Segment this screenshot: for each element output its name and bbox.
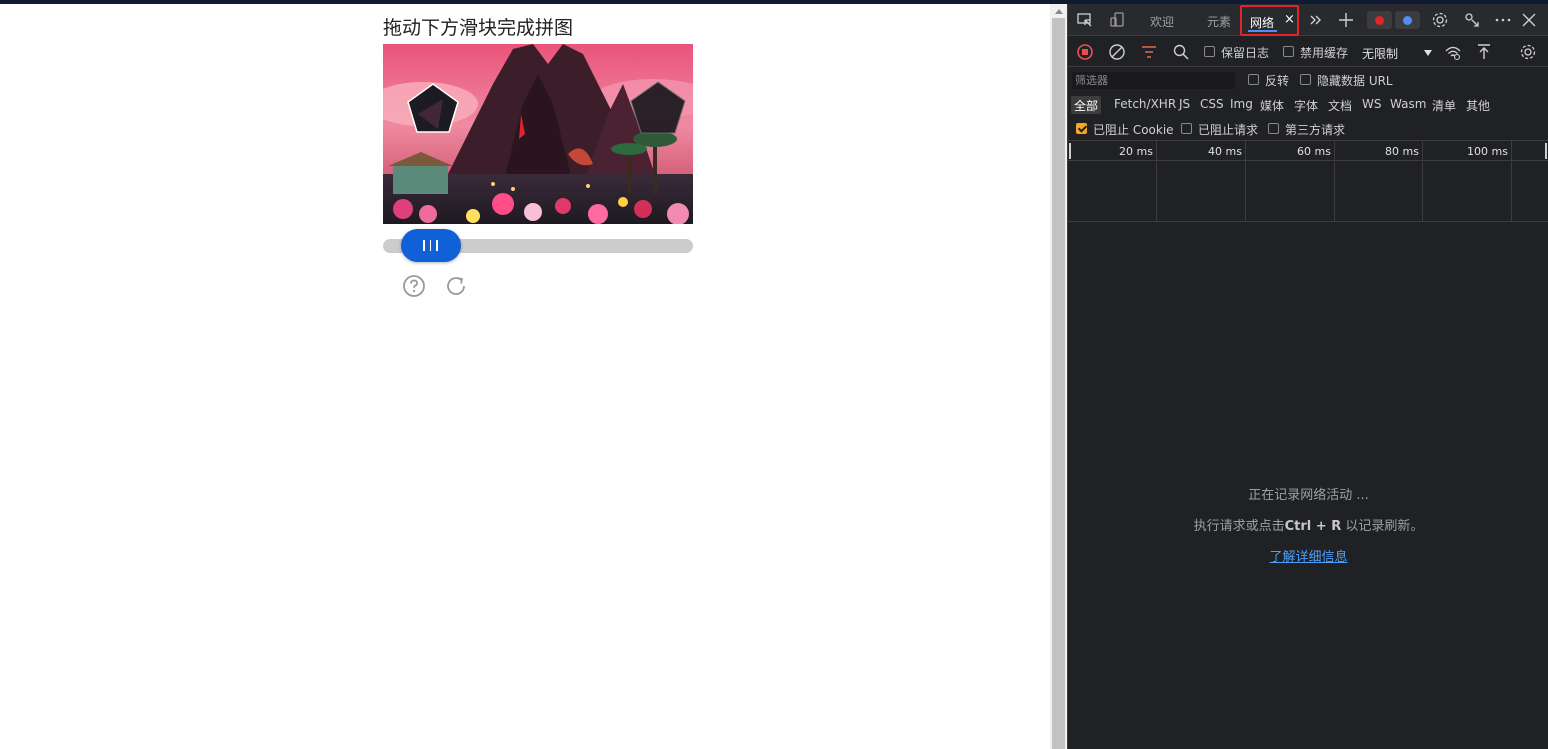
tab-network-label: 网络 — [1250, 16, 1275, 30]
refresh-hint: 执行请求或点击Ctrl + R 以记录刷新。 — [1068, 515, 1548, 534]
type-all[interactable]: 全部 — [1071, 96, 1102, 114]
refresh-icon[interactable] — [444, 274, 468, 298]
puzzle-image — [383, 44, 693, 224]
timeline-gridline — [1511, 141, 1512, 222]
third-party-label: 第三方请求 — [1285, 123, 1346, 137]
timeline-tick-label: 100 ms — [1467, 145, 1508, 158]
refresh-hint-before: 执行请求或点击 — [1193, 519, 1285, 534]
record-stop-icon[interactable] — [1076, 43, 1094, 61]
issue-icon — [1403, 16, 1412, 25]
device-emulation-icon[interactable] — [1109, 11, 1127, 29]
type-fetch-xhr[interactable]: Fetch/XHR — [1111, 96, 1179, 114]
disable-cache-checkbox[interactable] — [1283, 46, 1294, 57]
recording-message: 正在记录网络活动 ... — [1248, 488, 1369, 503]
timeline-tick-label: 20 ms — [1119, 145, 1153, 158]
close-devtools-icon[interactable] — [1520, 11, 1538, 29]
hide-data-urls-checkbox[interactable] — [1300, 74, 1311, 85]
error-icon — [1375, 16, 1384, 25]
type-media[interactable]: 媒体 — [1257, 96, 1287, 114]
chevron-down-icon — [1424, 50, 1432, 56]
filter-row: 反转 隐藏数据 URL — [1068, 67, 1548, 93]
web-page: 拖动下方滑块完成拼图 — [0, 4, 1050, 749]
grip-line — [423, 240, 425, 251]
blocked-cookies-checkbox[interactable] — [1076, 123, 1087, 134]
clear-icon[interactable] — [1108, 43, 1126, 61]
type-css[interactable]: CSS — [1197, 96, 1227, 114]
invert-label: 反转 — [1265, 74, 1290, 88]
filter-input[interactable] — [1071, 71, 1236, 90]
type-wasm[interactable]: Wasm — [1387, 96, 1429, 114]
tab-elements[interactable]: 元素 — [1207, 13, 1231, 30]
disable-cache-label: 禁用缓存 — [1300, 46, 1349, 60]
timeline-gridline — [1245, 141, 1246, 222]
tab-network[interactable]: 网络 × — [1240, 5, 1299, 36]
resource-type-filters: 全部 Fetch/XHR JS CSS Img 媒体 字体 文档 WS Wasm… — [1068, 93, 1548, 117]
page-scrollbar[interactable] — [1050, 4, 1067, 749]
throttling-value: 无限制 — [1362, 47, 1399, 61]
active-tab-underline — [1248, 30, 1277, 32]
network-settings-icon[interactable] — [1519, 43, 1537, 61]
network-conditions-icon[interactable] — [1444, 43, 1462, 61]
timeline-tick-label: 60 ms — [1297, 145, 1331, 158]
blocked-cookies-label: 已阻止 Cookie — [1093, 123, 1174, 137]
timeline-left-handle[interactable] — [1069, 143, 1071, 159]
issues-badge[interactable] — [1395, 11, 1420, 29]
type-ws[interactable]: WS — [1359, 96, 1384, 114]
throttling-select[interactable]: 无限制 — [1356, 41, 1436, 63]
blocked-filters: 已阻止 Cookie 已阻止请求 第三方请求 — [1068, 117, 1548, 141]
type-js[interactable]: JS — [1176, 96, 1193, 114]
add-tab-icon[interactable] — [1337, 11, 1355, 29]
errors-badge[interactable] — [1367, 11, 1392, 29]
more-options-icon[interactable] — [1494, 11, 1512, 29]
type-font[interactable]: 字体 — [1291, 96, 1321, 114]
devtools-tab-bar: 欢迎 元素 网络 × — [1068, 4, 1548, 36]
type-other[interactable]: 其他 — [1463, 96, 1493, 114]
preserve-log-label: 保留日志 — [1221, 46, 1270, 60]
timeline-tick-label: 80 ms — [1385, 145, 1419, 158]
invert-checkbox[interactable] — [1248, 74, 1259, 85]
third-party-checkbox[interactable] — [1268, 123, 1279, 134]
settings-gear-icon[interactable] — [1431, 11, 1449, 29]
blocked-requests-checkbox[interactable] — [1181, 123, 1192, 134]
customize-icon[interactable] — [1463, 11, 1481, 29]
timeline-gridline — [1422, 141, 1423, 222]
filter-icon[interactable] — [1140, 43, 1158, 61]
type-doc[interactable]: 文档 — [1325, 96, 1355, 114]
inspect-element-icon[interactable] — [1076, 11, 1094, 29]
puzzle-scene — [383, 44, 693, 224]
network-toolbar: 保留日志 禁用缓存 无限制 — [1068, 36, 1548, 67]
timeline-tick-label: 40 ms — [1208, 145, 1242, 158]
slider-handle[interactable] — [400, 229, 461, 262]
learn-more-link[interactable]: 了解详细信息 — [1269, 546, 1347, 565]
timeline-gridline — [1156, 141, 1157, 222]
type-manifest[interactable]: 清单 — [1429, 96, 1459, 114]
type-img[interactable]: Img — [1227, 96, 1256, 114]
network-timeline-overview[interactable]: 20 ms 40 ms 60 ms 80 ms 100 ms — [1068, 141, 1548, 222]
captcha-title: 拖动下方滑块完成拼图 — [383, 17, 574, 39]
scroll-up-arrow-icon[interactable] — [1055, 9, 1063, 14]
timeline-gridline — [1334, 141, 1335, 222]
refresh-shortcut: Ctrl + R — [1284, 519, 1342, 534]
hide-data-urls-label: 隐藏数据 URL — [1317, 74, 1393, 88]
help-icon[interactable] — [402, 274, 426, 298]
tab-welcome[interactable]: 欢迎 — [1150, 13, 1174, 30]
refresh-hint-after: 以记录刷新。 — [1341, 519, 1424, 534]
more-tabs-icon[interactable] — [1306, 11, 1324, 29]
preserve-log-checkbox[interactable] — [1204, 46, 1215, 57]
grip-line — [436, 240, 438, 251]
devtools-panel: 欢迎 元素 网络 × 保留日志 禁用缓存 无限制 筛选器 反转 隐藏数据 URL… — [1067, 4, 1548, 749]
timeline-right-handle[interactable] — [1545, 143, 1547, 159]
empty-state: 正在记录网络活动 ... 执行请求或点击Ctrl + R 以记录刷新。 了解详细… — [1068, 484, 1548, 565]
scrollbar-thumb[interactable] — [1052, 18, 1065, 749]
grip-line — [429, 240, 432, 251]
import-har-icon[interactable] — [1475, 43, 1493, 61]
search-icon[interactable] — [1172, 43, 1190, 61]
blocked-requests-label: 已阻止请求 — [1198, 123, 1259, 137]
close-tab-icon[interactable]: × — [1284, 12, 1295, 27]
